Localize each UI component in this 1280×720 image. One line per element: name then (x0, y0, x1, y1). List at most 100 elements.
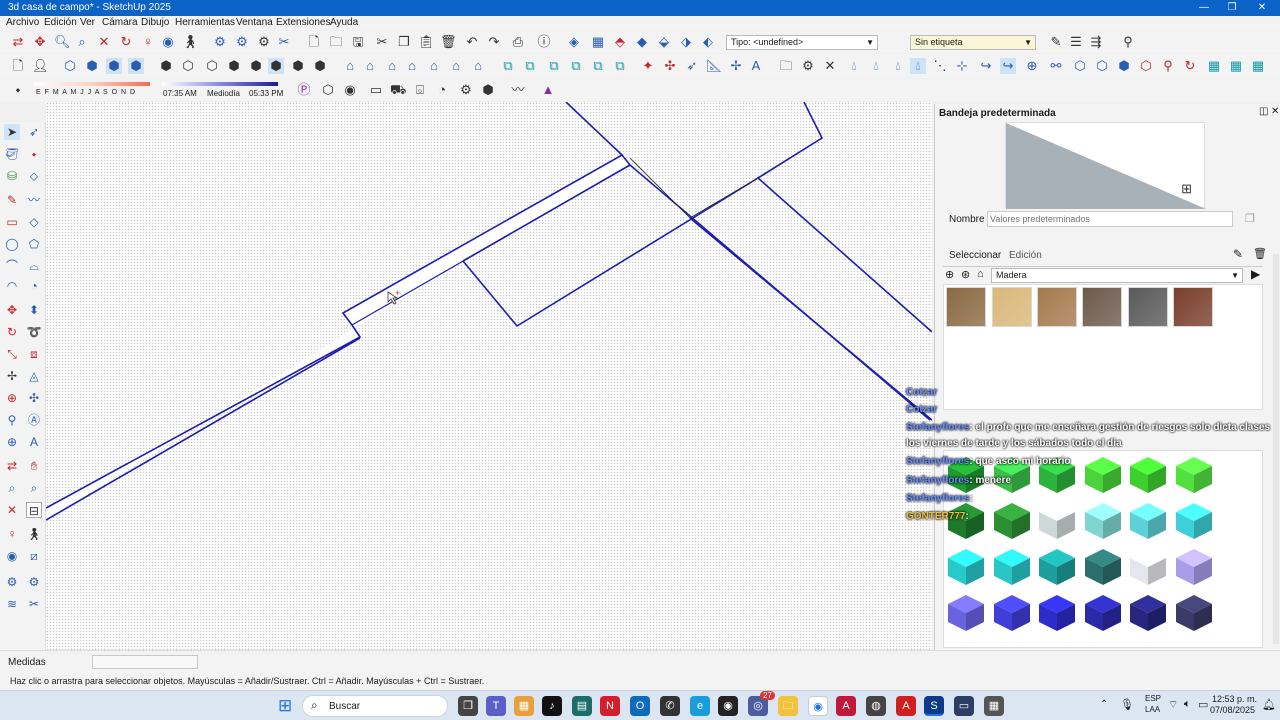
lasso-icon[interactable]: ➶ (26, 124, 42, 140)
add-plus-icon[interactable]: ⊕ (1024, 58, 1040, 74)
add-detail-icon[interactable]: ⬗ (678, 34, 694, 50)
eraser-icon[interactable]: ⬩ (26, 146, 42, 162)
color-swatch[interactable] (946, 593, 986, 633)
look-around-left-icon[interactable]: ◉ (4, 548, 20, 564)
front-view-icon[interactable]: ⬢ (106, 58, 122, 74)
github-icon[interactable]: ◉ (718, 696, 738, 716)
wood-swatch[interactable] (946, 287, 986, 327)
netflix-icon[interactable]: N (600, 696, 620, 716)
menu-dibujo[interactable]: Dibujo (141, 17, 169, 28)
cube-render-icon[interactable]: ⬢ (480, 82, 496, 98)
hidden-line-icon[interactable]: ⬢ (226, 58, 242, 74)
details-icon[interactable]: ▶ (1251, 267, 1260, 281)
clock-date[interactable]: 07/08/2025 (1210, 705, 1255, 715)
tray-scrollbar[interactable] (1273, 254, 1279, 644)
dimension-icon[interactable]: ⊕ (4, 390, 20, 406)
clock-time[interactable]: 12:53 p. m. (1212, 694, 1257, 704)
rotated-rect-icon[interactable]: ◇ (26, 214, 42, 230)
create-material-icon[interactable]: ⊞ (1181, 181, 1192, 197)
menu-ver[interactable]: Ver (80, 17, 95, 28)
store-icon[interactable]: ▦ (514, 696, 534, 716)
shaded-icon[interactable]: ⬢ (248, 58, 264, 74)
color-swatch[interactable] (1037, 593, 1077, 633)
terrain-3-icon[interactable]: ▦ (1250, 58, 1266, 74)
document-icon[interactable]: 🗋 (10, 58, 26, 74)
calc-icon[interactable]: ▦ (984, 696, 1004, 716)
std-view-iso-icon[interactable]: ⌂ (342, 58, 358, 74)
tab-select[interactable]: Seleccionar (949, 250, 1001, 261)
menu-archivo[interactable]: Archivo (6, 17, 39, 28)
snap-a-icon[interactable]: ⊹ (954, 58, 970, 74)
tray-chevron-icon[interactable]: ⌃ (1100, 699, 1108, 710)
position-camera-left-icon[interactable]: ♀ (4, 526, 20, 542)
wood-swatch[interactable] (1173, 287, 1213, 327)
color-swatch[interactable] (1174, 593, 1214, 633)
color-swatch[interactable] (1083, 593, 1123, 633)
wood-swatch[interactable] (1082, 287, 1122, 327)
look-around-icon[interactable]: ◉ (160, 34, 176, 50)
redo-icon[interactable]: ↷ (486, 34, 502, 50)
zoom-icon[interactable]: 🔍︎ (54, 34, 71, 50)
battery-icon[interactable]: ▭ (1198, 698, 1208, 711)
zoom-extents-icon[interactable]: ✕ (96, 34, 112, 50)
photo-icon[interactable]: ⌺ (412, 82, 428, 98)
wifi-icon[interactable]: ⌔ (1168, 698, 1178, 712)
polygon-icon[interactable]: ⬠ (26, 236, 42, 252)
zoom-window-icon[interactable]: ⌕ (74, 34, 90, 50)
components-icon[interactable]: ⚙ (256, 34, 272, 50)
paste-icon[interactable]: 📋︎ (418, 34, 435, 50)
settings-gear-icon[interactable]: ⚙ (212, 34, 228, 50)
tag-filter-icon[interactable]: ⇶ (1088, 34, 1104, 50)
wireframe-icon[interactable]: ⬡ (204, 58, 220, 74)
axis-icon[interactable]: ✢ (728, 58, 744, 74)
forward-icon[interactable]: ⊛ (961, 268, 970, 281)
std-view-top-icon[interactable]: ⌂ (362, 58, 378, 74)
copy-icon[interactable]: ❐ (396, 34, 412, 50)
text-3d-a-icon[interactable]: A (26, 434, 42, 450)
solid-subtract-icon[interactable]: ⧉ (568, 58, 584, 74)
lang-label-2[interactable]: LAA (1145, 705, 1160, 714)
scale-icon[interactable]: ⤡ (4, 346, 20, 362)
undo-icon[interactable]: ↶ (464, 34, 480, 50)
tab-edit[interactable]: Edición (1009, 250, 1042, 261)
text-a-icon[interactable]: A (748, 58, 764, 74)
hex-2-icon[interactable]: ⬡ (1094, 58, 1110, 74)
iso-view-icon[interactable]: ⬡ (62, 58, 78, 74)
rotate-red-icon[interactable]: ↻ (1182, 58, 1198, 74)
cube-outline-icon[interactable]: ⬡ (320, 82, 336, 98)
user-icon[interactable]: 👤︎ (32, 58, 49, 74)
model-info-icon[interactable]: ⓘ (536, 34, 552, 50)
lang-label[interactable]: ESP (1145, 694, 1161, 703)
cut-icon[interactable]: ✂ (374, 34, 390, 50)
gear-settings-icon[interactable]: ⚙ (800, 58, 816, 74)
arc-icon[interactable]: ⌒ (4, 258, 20, 274)
tiktok-icon[interactable]: ♪ (542, 696, 562, 716)
delete-icon[interactable]: 🗑︎ (440, 34, 457, 50)
zoom-window-left-icon[interactable]: ⌕ (26, 480, 42, 496)
3d-text-icon[interactable]: ⊕ (4, 434, 20, 450)
drop-selected-icon[interactable]: 💧︎ (910, 58, 926, 74)
pie-icon[interactable]: ◔ (26, 278, 42, 294)
mobile-icon[interactable]: ✆ (660, 696, 680, 716)
drop-fill-icon[interactable]: 💧︎ (890, 58, 906, 74)
ruler-tool-icon[interactable]: 📐︎ (706, 58, 723, 74)
menu-camara[interactable]: Cámara (102, 17, 138, 28)
monochrome-icon[interactable]: ⬢ (290, 58, 306, 74)
save-icon[interactable]: 🖫 (350, 34, 366, 50)
outlook-icon[interactable]: O (630, 696, 650, 716)
time-slider[interactable] (162, 82, 278, 86)
name-input[interactable] (987, 211, 1233, 227)
color-swatch[interactable] (1037, 501, 1077, 541)
solid-intersect-icon[interactable]: ⧉ (522, 58, 538, 74)
chrome-icon[interactable]: ◉ (808, 696, 828, 716)
back-edges-icon[interactable]: ⬡ (180, 58, 196, 74)
section-plane-icon[interactable]: ⬢ (312, 58, 328, 74)
hex-1-icon[interactable]: ⬡ (1072, 58, 1088, 74)
sandbox-scratch-icon[interactable]: ▦ (590, 34, 606, 50)
right-view-icon[interactable]: ⬢ (128, 58, 144, 74)
color-swatch[interactable] (1174, 501, 1214, 541)
hex-red-icon[interactable]: ⬡ (1138, 58, 1154, 74)
scissors-tool-icon[interactable]: ✂ (276, 34, 292, 50)
wood-swatch[interactable] (1128, 287, 1168, 327)
arc2-icon[interactable]: ⌓ (26, 258, 42, 274)
